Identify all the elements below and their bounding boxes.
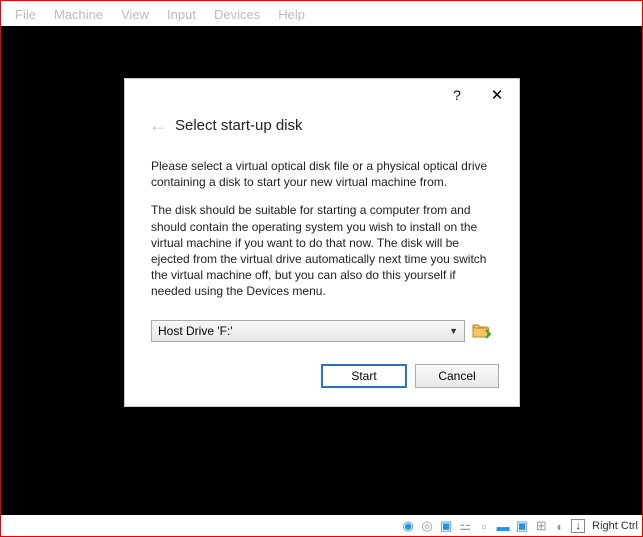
chevron-down-icon: ▼ xyxy=(449,326,458,336)
start-button[interactable]: Start xyxy=(321,364,407,388)
select-startup-disk-dialog: ? ✕ ← Select start-up disk Please select… xyxy=(124,78,520,407)
menu-machine[interactable]: Machine xyxy=(46,5,111,24)
menu-view[interactable]: View xyxy=(113,5,157,24)
drive-select-dropdown[interactable]: Host Drive 'F:' ▼ xyxy=(151,320,465,342)
drive-selector-row: Host Drive 'F:' ▼ xyxy=(125,320,519,350)
menu-devices[interactable]: Devices xyxy=(206,5,268,24)
cancel-button[interactable]: Cancel xyxy=(415,364,499,388)
dialog-paragraph-1: Please select a virtual optical disk fil… xyxy=(151,158,493,190)
folder-arrow-icon xyxy=(472,322,492,340)
recording-icon[interactable]: ▣ xyxy=(514,518,530,534)
menu-input[interactable]: Input xyxy=(159,5,204,24)
keyboard-capture-icon[interactable]: ↓ xyxy=(571,519,585,533)
optical-disk-icon[interactable]: ◎ xyxy=(419,518,435,534)
hard-disk-icon[interactable]: ◉ xyxy=(400,518,416,534)
menu-file[interactable]: File xyxy=(7,5,44,24)
dialog-header: ← Select start-up disk xyxy=(125,111,519,148)
mouse-integration-icon[interactable]: ◐ xyxy=(552,518,568,534)
network-icon[interactable]: ▣ xyxy=(438,518,454,534)
dialog-body: Please select a virtual optical disk fil… xyxy=(125,148,519,316)
cpu-icon[interactable]: ⊞ xyxy=(533,518,549,534)
dialog-title: Select start-up disk xyxy=(175,117,303,134)
dialog-help-button[interactable]: ? xyxy=(437,81,477,109)
display-icon[interactable]: ▬ xyxy=(495,518,511,534)
host-key-label: Right Ctrl xyxy=(592,520,638,532)
dialog-footer: Start Cancel xyxy=(125,350,519,406)
dialog-close-button[interactable]: ✕ xyxy=(477,81,517,109)
dialog-paragraph-2: The disk should be suitable for starting… xyxy=(151,202,493,299)
browse-disk-button[interactable] xyxy=(471,320,493,342)
shared-folders-icon[interactable]: ▫ xyxy=(476,518,492,534)
status-bar: ◉ ◎ ▣ ⚍ ▫ ▬ ▣ ⊞ ◐ ↓ Right Ctrl xyxy=(1,516,642,536)
dialog-titlebar: ? ✕ xyxy=(125,79,519,111)
usb-icon[interactable]: ⚍ xyxy=(457,518,473,534)
drive-select-value: Host Drive 'F:' xyxy=(158,324,233,338)
menu-help[interactable]: Help xyxy=(270,5,313,24)
menu-bar: File Machine View Input Devices Help xyxy=(1,1,642,28)
back-arrow-icon[interactable]: ← xyxy=(149,115,167,136)
